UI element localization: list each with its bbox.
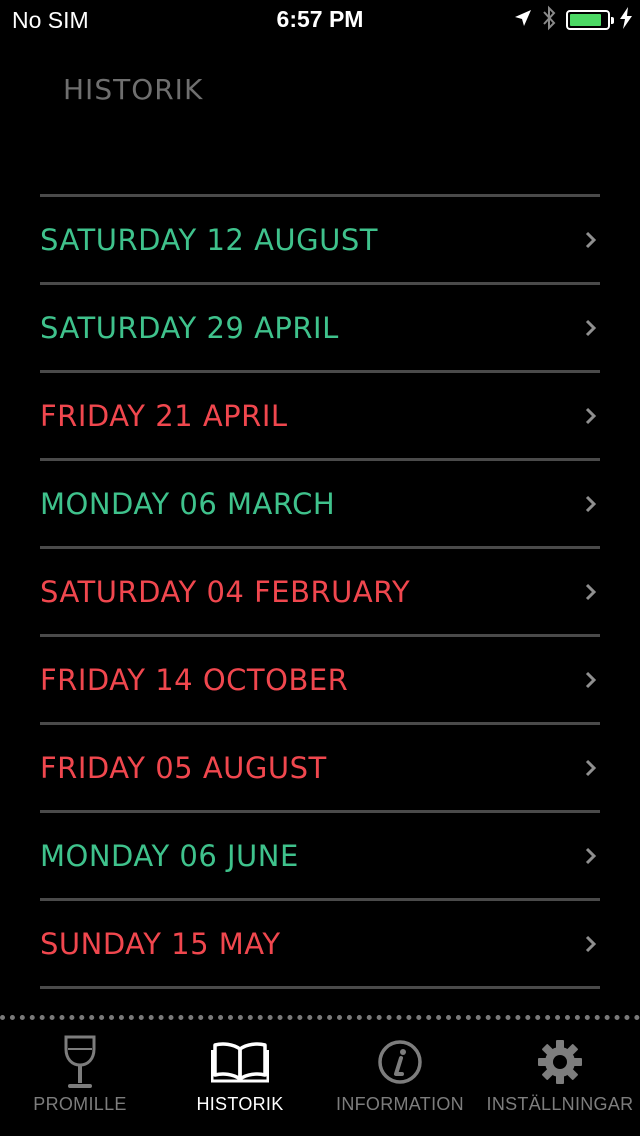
history-list: SATURDAY 12 AUGUST SATURDAY 29 APRIL FRI… bbox=[40, 194, 600, 989]
gear-icon bbox=[528, 1034, 592, 1090]
status-icons bbox=[514, 5, 632, 35]
tab-label: INSTÄLLNINGAR bbox=[486, 1094, 634, 1114]
history-date-label: MONDAY 06 MARCH bbox=[40, 486, 336, 521]
chevron-right-icon bbox=[585, 231, 597, 248]
tab-information[interactable]: INFORMATION bbox=[320, 1024, 480, 1136]
location-arrow-icon bbox=[514, 9, 532, 31]
history-date-label: FRIDAY 05 AUGUST bbox=[40, 750, 327, 785]
status-bar: No SIM 6:57 PM bbox=[0, 0, 640, 40]
history-date-label: SATURDAY 12 AUGUST bbox=[40, 222, 378, 257]
tab-historik[interactable]: HISTORIK bbox=[160, 1024, 320, 1136]
chevron-right-icon bbox=[585, 671, 597, 688]
page-title: HISTORIK bbox=[63, 73, 204, 106]
history-date-label: FRIDAY 21 APRIL bbox=[40, 398, 288, 433]
charging-bolt-icon bbox=[620, 7, 632, 33]
battery-level bbox=[570, 14, 601, 26]
chevron-right-icon bbox=[585, 319, 597, 336]
chevron-right-icon bbox=[585, 407, 597, 424]
battery-cap bbox=[611, 17, 614, 24]
history-row[interactable]: MONDAY 06 JUNE bbox=[40, 813, 600, 901]
tab-installningar[interactable]: INSTÄLLNINGAR bbox=[480, 1024, 640, 1136]
tab-bar-divider bbox=[0, 1015, 640, 1020]
history-date-label: FRIDAY 14 OCTOBER bbox=[40, 662, 349, 697]
tab-bar: PROMILLE HISTORIK INFORMATION INSTÄLLNIN… bbox=[0, 1024, 640, 1136]
history-date-label: MONDAY 06 JUNE bbox=[40, 838, 299, 873]
history-row[interactable]: SUNDAY 15 MAY bbox=[40, 901, 600, 989]
chevron-right-icon bbox=[585, 583, 597, 600]
tab-label: INFORMATION bbox=[336, 1094, 464, 1114]
chevron-right-icon bbox=[585, 847, 597, 864]
history-row[interactable]: FRIDAY 21 APRIL bbox=[40, 373, 600, 461]
history-row[interactable]: FRIDAY 05 AUGUST bbox=[40, 725, 600, 813]
info-icon bbox=[368, 1034, 432, 1090]
history-row[interactable]: SATURDAY 12 AUGUST bbox=[40, 197, 600, 285]
book-icon bbox=[208, 1034, 272, 1090]
history-row[interactable]: FRIDAY 14 OCTOBER bbox=[40, 637, 600, 725]
history-row[interactable]: MONDAY 06 MARCH bbox=[40, 461, 600, 549]
history-row[interactable]: SATURDAY 04 FEBRUARY bbox=[40, 549, 600, 637]
chevron-right-icon bbox=[585, 935, 597, 952]
history-date-label: SUNDAY 15 MAY bbox=[40, 926, 281, 961]
bluetooth-icon bbox=[542, 5, 556, 35]
history-date-label: SATURDAY 29 APRIL bbox=[40, 310, 339, 345]
chevron-right-icon bbox=[585, 759, 597, 776]
history-date-label: SATURDAY 04 FEBRUARY bbox=[40, 574, 411, 609]
tab-label: HISTORIK bbox=[196, 1094, 284, 1114]
chevron-right-icon bbox=[585, 495, 597, 512]
tab-label: PROMILLE bbox=[33, 1094, 127, 1114]
wine-glass-icon bbox=[48, 1034, 112, 1090]
app-screen: No SIM 6:57 PM HISTORIK SATURDAY 12 AUGU… bbox=[0, 0, 640, 1136]
tab-promille[interactable]: PROMILLE bbox=[0, 1024, 160, 1136]
battery-icon bbox=[566, 10, 614, 30]
history-row[interactable]: SATURDAY 29 APRIL bbox=[40, 285, 600, 373]
